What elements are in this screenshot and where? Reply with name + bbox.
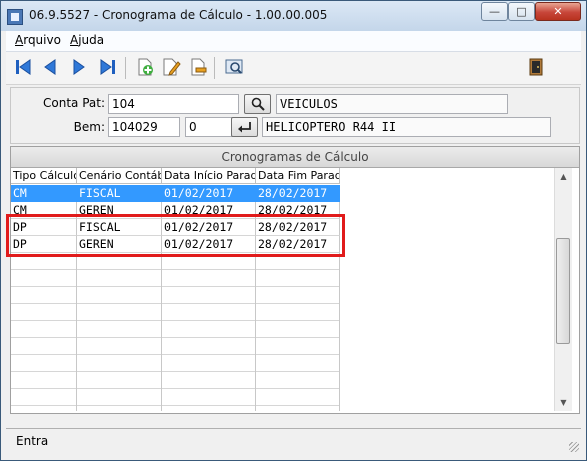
menu-ajuda-mnemonic: A: [70, 33, 79, 47]
scroll-up-icon[interactable]: ▲: [555, 168, 572, 185]
last-record-icon: [100, 59, 115, 75]
add-record-button[interactable]: [134, 56, 156, 78]
maximize-button[interactable]: □: [508, 2, 535, 21]
menu-arquivo-mnemonic: A: [15, 33, 24, 47]
scrollbar-thumb[interactable]: [556, 238, 570, 344]
last-record-button[interactable]: [97, 56, 119, 78]
first-record-icon: [16, 59, 31, 75]
exit-icon: [529, 58, 543, 76]
column-divider: [255, 253, 256, 411]
status-bar: Entra: [6, 428, 581, 454]
conta-pat-description: VEICULOS: [276, 94, 508, 114]
cronogramas-grid: Cronogramas de Cálculo Tipo Cálculo Cená…: [10, 146, 580, 414]
toolbar-separator: [125, 57, 126, 79]
conta-pat-label: Conta Pat:: [43, 96, 105, 110]
previous-record-icon: [44, 59, 56, 75]
preview-button[interactable]: [223, 56, 245, 78]
resize-grip-icon[interactable]: [569, 442, 579, 452]
next-record-icon: [73, 59, 85, 75]
column-header-cenario[interactable]: Cenário Contábi: [77, 168, 162, 184]
window-title: 06.9.5527 - Cronograma de Cálculo - 1.00…: [29, 8, 328, 22]
vertical-scrollbar[interactable]: ▲ ▼: [554, 168, 572, 411]
app-window: 06.9.5527 - Cronograma de Cálculo - 1.00…: [0, 0, 587, 461]
add-record-icon: [138, 58, 153, 76]
exit-button[interactable]: [525, 56, 547, 78]
cell-tipo: CM: [11, 185, 77, 202]
edit-record-icon: [163, 58, 181, 76]
bem-input[interactable]: 104029: [108, 117, 180, 137]
header-form: Conta Pat: 104 VEICULOS Bem: 104029 0 HE…: [10, 87, 580, 144]
next-record-button[interactable]: [68, 56, 90, 78]
delete-record-icon: [191, 58, 207, 76]
column-divider: [339, 253, 340, 411]
bem-label: Bem:: [73, 120, 105, 134]
column-divider: [161, 253, 162, 411]
enter-icon: [237, 122, 251, 133]
delete-record-button[interactable]: [187, 56, 209, 78]
table-row[interactable]: CM FISCAL 01/02/2017 28/02/2017: [11, 185, 340, 202]
bem-confirm-button[interactable]: [231, 117, 258, 137]
menu-arquivo[interactable]: Arquivo: [15, 33, 61, 47]
close-button[interactable]: ✕: [535, 2, 581, 21]
conta-pat-search-button[interactable]: [244, 94, 271, 114]
grid-title: Cronogramas de Cálculo: [11, 147, 579, 168]
status-text: Entra: [16, 434, 49, 448]
bem-description: HELICOPTERO R44 II: [262, 117, 551, 137]
scroll-down-icon[interactable]: ▼: [555, 394, 572, 411]
menu-ajuda-label: juda: [78, 33, 105, 47]
cell-fim: 28/02/2017: [256, 185, 340, 202]
menu-arquivo-label: rquivo: [23, 33, 61, 47]
first-record-button[interactable]: [12, 56, 34, 78]
column-divider: [76, 253, 77, 411]
highlight-annotation: [6, 214, 345, 257]
conta-pat-input[interactable]: 104: [108, 94, 239, 114]
column-header-fim[interactable]: Data Fim Parada: [256, 168, 340, 184]
toolbar-separator: [214, 57, 215, 79]
minimize-button[interactable]: —: [481, 2, 508, 21]
app-icon: [7, 9, 23, 25]
menu-bar: Arquivo Ajuda: [6, 31, 581, 52]
edit-record-button[interactable]: [160, 56, 182, 78]
cell-inicio: 01/02/2017: [162, 185, 256, 202]
search-icon: [251, 97, 265, 111]
empty-rows-area: [11, 253, 340, 411]
cell-cenario: FISCAL: [77, 185, 162, 202]
column-header-tipo[interactable]: Tipo Cálculo: [11, 168, 77, 184]
column-header-inicio[interactable]: Data Início Parada: [162, 168, 256, 184]
title-bar[interactable]: 06.9.5527 - Cronograma de Cálculo - 1.00…: [1, 1, 586, 31]
previous-record-button[interactable]: [39, 56, 61, 78]
menu-ajuda[interactable]: Ajuda: [70, 33, 104, 47]
preview-icon: [225, 59, 243, 74]
bem-sequence-input[interactable]: 0: [185, 117, 235, 137]
toolbar: [6, 52, 581, 85]
